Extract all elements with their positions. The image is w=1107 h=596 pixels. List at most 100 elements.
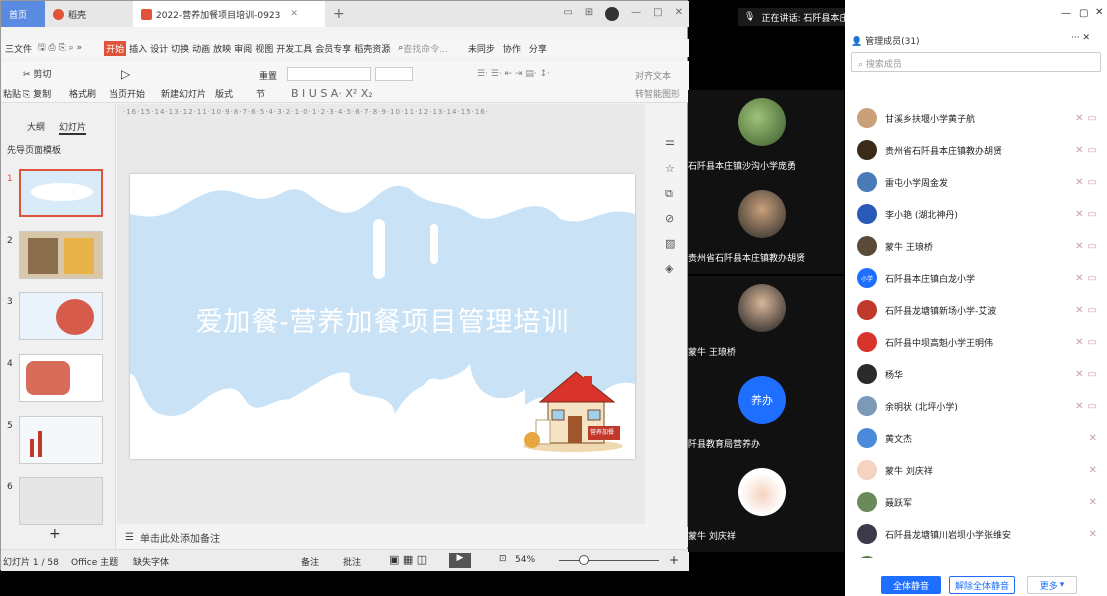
slide-thumbnail-5[interactable] [19,416,103,464]
tab-outline[interactable]: 大纲 [27,120,45,133]
sync-status[interactable]: 未同步 [468,42,495,55]
locate-icon[interactable]: ◈ [665,262,673,275]
menu-member[interactable]: 会员专享 [315,42,351,55]
copy-button[interactable]: ⎘ 复制 [23,87,51,100]
cut-button[interactable]: ✂ 剪切 [23,67,51,80]
tab-home[interactable]: 首页 [1,1,45,27]
more-button[interactable]: 更多 ▾ [1027,576,1077,594]
member-row[interactable]: 石阡县龙塘镇新场小学-艾波 ✕ ▭ [857,295,1097,325]
video-tile[interactable]: 贵州省石阡县本庄镇教办胡贤 [688,182,844,274]
video-tile[interactable]: 蒙牛 王琅桥 [688,276,844,368]
member-row[interactable]: 贵州省石阡县本庄镇教办胡贤 ✕ ▭ [857,135,1097,165]
camera-off-icon[interactable]: ▭ [1088,113,1097,124]
video-tile[interactable]: 养办 阡县教育局营养办 [688,368,844,460]
camera-off-icon[interactable]: ▭ [1088,305,1097,316]
layout-icon[interactable]: ▭ [563,7,572,21]
slide-1[interactable]: 爱加餐-营养加餐项目管理培训 营养加餐 [130,174,635,459]
menu-design[interactable]: 设计 [150,42,168,55]
smart-graphic-button[interactable]: 转智能图形 [635,87,680,100]
menu-resources[interactable]: 稻壳资源 [354,42,390,55]
mic-muted-icon[interactable]: ✕ [1089,465,1097,476]
zoom-slider[interactable] [559,560,659,561]
close-icon[interactable]: ✕ [1095,7,1103,18]
unmute-all-button[interactable]: 解除全体静音 [949,576,1015,594]
font-size-select[interactable] [375,67,413,81]
minimize-icon[interactable]: — [631,7,641,21]
mic-muted-icon[interactable]: ✕ [1075,241,1083,252]
slide-thumbnail-1[interactable] [19,169,103,217]
zoom-slider-knob[interactable] [579,555,589,565]
collab-button[interactable]: 协作 [503,42,521,55]
camera-off-icon[interactable]: ▭ [1088,145,1097,156]
font-name-select[interactable] [287,67,371,81]
slide-thumbnail-6[interactable] [19,477,103,525]
mic-muted-icon[interactable]: ✕ [1075,273,1083,284]
fit-window-icon[interactable]: ⊡ [499,554,507,564]
mic-muted-icon[interactable]: ✕ [1089,497,1097,508]
menu-review[interactable]: 审阅 [234,42,252,55]
menu-slideshow[interactable]: 放映 [213,42,231,55]
member-row[interactable]: 余明状 (北坪小学) ✕ ▭ [857,391,1097,421]
play-icon[interactable]: ▷ [121,67,130,81]
zoom-level[interactable]: 54% [515,555,535,565]
menu-transition[interactable]: 切换 [171,42,189,55]
camera-off-icon[interactable]: ▭ [1088,337,1097,348]
member-row[interactable]: 李小艳 (湖北神丹) ✕ ▭ [857,199,1097,229]
mic-muted-icon[interactable]: ✕ [1089,529,1097,540]
slide-thumbnail-4[interactable] [19,354,103,402]
notes-toggle[interactable]: 备注 [301,555,319,568]
comment-toggle[interactable]: 批注 [343,555,361,568]
mic-muted-icon[interactable]: ✕ [1075,337,1083,348]
animation-icon[interactable]: ☆ [665,162,675,175]
notes-area[interactable]: ☰ 单击此处添加备注 [117,527,689,547]
minimize-icon[interactable]: — [1061,8,1071,19]
mic-muted-icon[interactable]: ✕ [1075,209,1083,220]
text-align-button[interactable]: 对齐文本 [635,69,671,82]
menu-file[interactable]: 三文件 [5,42,32,55]
member-row[interactable]: 蒙牛 王琅桥 ✕ ▭ [857,231,1097,261]
video-tile[interactable]: 蒙牛 刘庆祥 [688,460,844,552]
slideshow-play-button[interactable]: ▶ [449,553,471,568]
view-buttons[interactable]: ▣ ▦ ◫ [389,553,427,566]
mic-muted-icon[interactable]: ✕ [1075,113,1083,124]
member-search-input[interactable]: ⌕ 搜索成员 [851,52,1101,72]
member-row[interactable]: 聂跃军 ✕ [857,487,1097,517]
camera-off-icon[interactable]: ▭ [1088,241,1097,252]
command-search[interactable]: 查找命令... [403,42,448,55]
member-row[interactable]: 雷屯小学周金发 ✕ ▭ [857,167,1097,197]
mic-muted-icon[interactable]: ✕ [1075,369,1083,380]
mic-muted-icon[interactable]: ✕ [1075,177,1083,188]
member-row[interactable]: 石阡县中坝高魁小学王明伟 ✕ ▭ [857,327,1097,357]
quick-save-icon[interactable]: 🖫 ⎙ ⎘ ⌕ » [38,40,82,56]
play-from-current-button[interactable]: 当页开始 [109,87,145,100]
camera-off-icon[interactable]: ▭ [1088,177,1097,188]
close-window-icon[interactable]: ✕ [675,7,683,21]
member-row[interactable]: 小学 石阡县本庄镇白龙小学 ✕ ▭ [857,263,1097,293]
mic-muted-icon[interactable]: ✕ [1089,433,1097,444]
member-row[interactable]: 黄文杰 ✕ [857,423,1097,453]
layout-button[interactable]: 版式 [215,87,233,100]
reset-button[interactable]: 重置 [259,69,277,82]
help-icon[interactable]: ⊘ [665,212,674,225]
mute-all-button[interactable]: 全体静音 [881,576,941,594]
picture-icon[interactable]: ▨ [665,237,675,250]
slide-thumbnail-3[interactable] [19,292,103,340]
add-slide-icon[interactable]: + [49,526,61,542]
slide-thumbnail-2[interactable] [19,231,103,279]
panel-more-icon[interactable]: ··· ✕ [1071,33,1090,43]
share-button[interactable]: 分享 [529,42,547,55]
paragraph-buttons[interactable]: ☰· ☰· ⇤ ⇥ ▤· ↕· [477,69,550,79]
menu-devtools[interactable]: 开发工具 [276,42,312,55]
mic-muted-icon[interactable]: ✕ [1075,145,1083,156]
copy-style-icon[interactable]: ⧉ [665,187,673,201]
mic-muted-icon[interactable]: ✕ [1075,401,1083,412]
member-row[interactable]: 杨磊✕ [857,551,1097,558]
member-row[interactable]: 蒙牛 刘庆祥 ✕ [857,455,1097,485]
camera-off-icon[interactable]: ▭ [1088,273,1097,284]
camera-off-icon[interactable]: ▭ [1088,369,1097,380]
theme-name[interactable]: Office 主题 [71,555,118,568]
member-row[interactable]: 石阡县龙塘镇川岩坝小学张维安 ✕ [857,519,1097,549]
menu-animation[interactable]: 动画 [192,42,210,55]
section-button[interactable]: 节 [256,87,265,100]
tab-slides[interactable]: 幻灯片 [59,120,87,135]
